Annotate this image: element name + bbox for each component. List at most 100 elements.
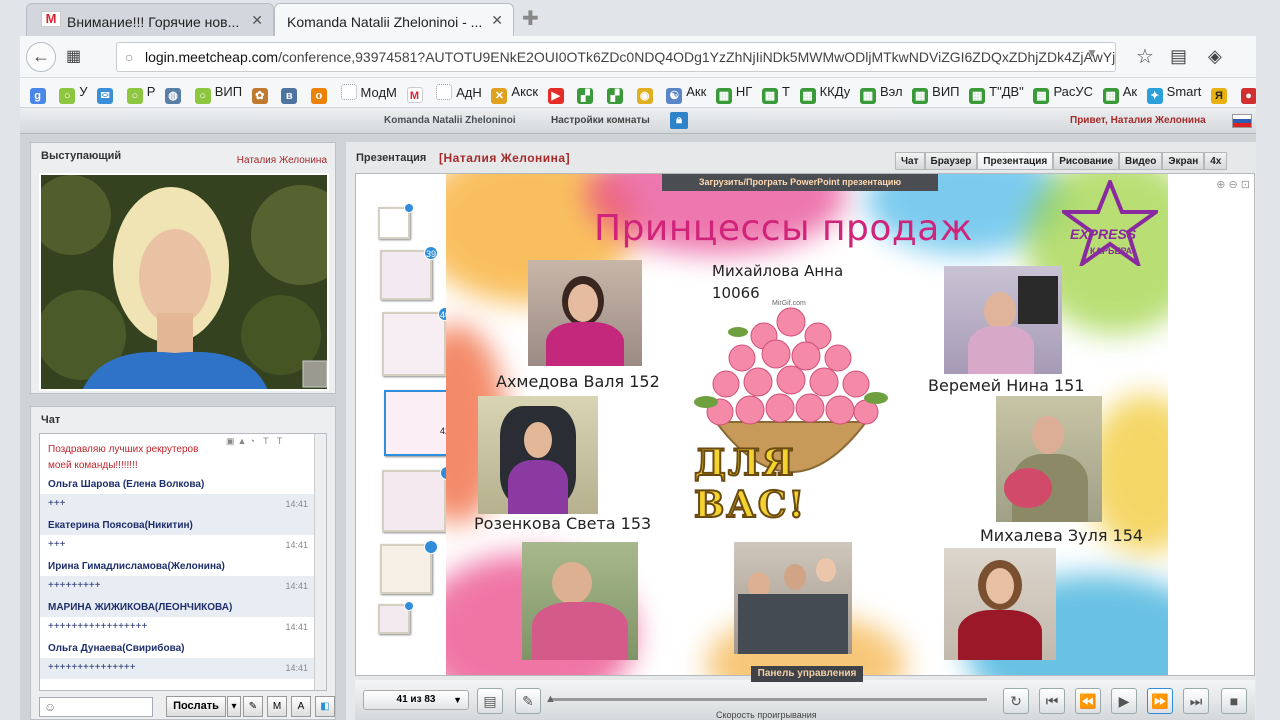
font-icon[interactable]: M [267,696,287,717]
room-settings-link[interactable]: Настройки комнаты [551,115,650,126]
rewind-icon[interactable]: ⏪ [1075,688,1101,714]
conference-app: Komanda Natalii Zheloninoi Настройки ком… [20,108,1256,720]
address-bar[interactable]: ○ login.meetcheap.com/conference,9397458… [116,42,1116,72]
slide-thumbnail[interactable]: 40 [382,307,452,376]
bookmark-11[interactable]: ▦ Вэл [859,84,903,104]
chat-input[interactable]: ☺ [39,697,153,717]
smiley-icon[interactable]: ☺ [44,700,56,714]
bookmark-1[interactable]: ○ У [59,84,88,104]
tab-screen[interactable]: Экран [1162,152,1205,170]
zoom-out-icon[interactable]: ⊖ [1229,179,1238,191]
bookmark-green2[interactable]: ▞ [607,84,627,104]
flower-bouquet-image: MirGif.com ДЛЯ ВАС! [676,292,906,527]
bookmark-badge[interactable]: Я [1210,84,1231,104]
sheet-icon: ▦ [859,88,876,104]
send-dropdown-icon[interactable]: ▾ [227,696,241,717]
close-icon[interactable]: ✕ [491,12,503,29]
bookmark-2[interactable]: ○ Р [126,84,155,104]
bookmark-14[interactable]: ▦ РасУС [1033,84,1093,104]
bookmark-green[interactable]: ▞ [577,84,597,104]
tab-strip: M Внимание!!! Горячие нов... ✕ Komanda N… [0,0,1280,36]
language-flag-icon[interactable] [1232,114,1252,128]
star-icon[interactable]: ☆ [1136,44,1154,69]
apps-icon[interactable]: ▦ [66,46,81,66]
thumbnails-toggle-icon[interactable]: ▤ [477,688,503,714]
bookmark-ok[interactable]: о [310,84,331,104]
lock-icon[interactable]: 🔒︎ [670,112,688,129]
pocket-icon[interactable]: ◈ [1208,46,1222,67]
bookmark-youtube[interactable]: ▶ [547,84,568,104]
bookmark-vk[interactable]: в [281,84,301,104]
gmail-icon: M [41,11,61,27]
page-info-icon: ○ [125,49,134,65]
bookmark-16[interactable]: ✦ Smart [1146,84,1201,104]
bookmark-chrome[interactable]: ◉ [636,84,657,104]
slide-thumbnail-current[interactable]: 4142 [384,386,462,456]
emoticon-icon[interactable]: ◧ [315,696,335,717]
slide-thumbnail[interactable] [380,540,438,594]
page-selector[interactable]: 41 из 83 ▼ [363,690,469,710]
extension-icon[interactable]: ▤ [1170,46,1187,67]
chart-icon: ▞ [577,88,594,104]
fast-forward-icon[interactable]: ⏩ [1147,688,1173,714]
back-button[interactable]: ← [26,42,56,72]
bookmark-5[interactable]: АдН [436,84,482,100]
face-shape [986,568,1014,604]
sheet-icon: ▦ [1102,88,1119,104]
youtube-icon: ▶ [547,88,564,104]
slider-handle-icon[interactable]: ▲ [545,693,556,705]
pen-tool-icon[interactable]: ✎ [515,688,541,714]
tab-gmail[interactable]: M Внимание!!! Горячие нов... ✕ [26,3,274,36]
tab-4x[interactable]: 4x [1204,152,1228,170]
bookmark-globe[interactable]: ◍ [165,84,185,104]
chat-message-text: Поздравляю лучших рекрутеров моей команд… [48,444,199,471]
bookmark-gmail[interactable]: M [406,84,427,103]
slide-thumbnail[interactable] [378,203,414,239]
control-panel-label[interactable]: Панель управления [751,666,863,682]
chat-scrollbar[interactable] [314,434,326,690]
dropdown-arrow-icon[interactable]: ▼ [1086,46,1098,60]
tab-browser[interactable]: Браузер [924,152,978,170]
bookmark-8[interactable]: ▦ НГ [715,84,752,104]
bookmark-10[interactable]: ▦ ККДу [799,84,850,104]
slide-thumbnail[interactable] [382,466,454,532]
text-size-icon[interactable]: A [291,696,311,717]
tab-video[interactable]: Видео [1119,152,1163,170]
slide-thumbnail[interactable]: 39 [380,246,438,300]
bookmark-9[interactable]: ▦ Т [761,84,790,104]
bookmark-13[interactable]: ▦ Т"ДВ" [969,84,1024,104]
bookmark-google[interactable]: g [29,84,50,104]
bookmark-paw[interactable]: ✿ [251,84,272,104]
bookmark-3[interactable]: ○ ВИП [194,84,242,104]
bookmark-12[interactable]: ▦ ВИП [912,84,960,104]
tab-conference[interactable]: Komanda Natalii Zheloninoi - ... ✕ [274,3,514,36]
slide-thumbnail[interactable] [378,601,414,634]
zoom-in-icon[interactable]: ⊕ [1216,179,1225,191]
dress-shape [532,602,628,660]
bookmark-mail[interactable]: ✉ [97,84,117,104]
close-icon[interactable]: ✕ [251,12,263,29]
sheet-icon: ▦ [1033,88,1050,104]
zoom-controls: ⊕ ⊖ ⊡ [1216,178,1250,191]
upload-powerpoint-bar[interactable]: Загрузить/Програть PowerPoint презентаци… [662,174,938,191]
play-icon[interactable]: ▶ [1111,688,1137,714]
pen-icon[interactable]: ✎ [243,696,263,717]
first-slide-icon[interactable]: ⏮ [1039,688,1065,714]
last-slide-icon[interactable]: ⏭ [1183,688,1209,714]
bookmark-4[interactable]: МодМ [340,84,397,100]
speaker-box [1018,276,1058,324]
tab-presentation[interactable]: Презентация [977,152,1054,170]
send-button[interactable]: Послать [166,696,226,717]
bookmark-6[interactable]: ✕ Акск [491,84,538,104]
tab-drawing[interactable]: Рисование [1053,152,1120,170]
refresh-icon[interactable]: ↻ [1003,688,1029,714]
speed-slider[interactable] [551,698,987,701]
fit-icon[interactable]: ⊡ [1241,179,1250,191]
bookmark-apple[interactable]: ● [1240,84,1256,104]
new-tab-button[interactable]: ✚ [522,6,539,31]
tab-chat[interactable]: Чат [895,152,925,170]
chat-tools-icon[interactable]: ▣▲◔ T T [226,436,285,447]
bookmark-15[interactable]: ▦ Ак [1102,84,1137,104]
stop-icon[interactable]: ■ [1221,688,1247,714]
bookmark-7[interactable]: ☯ Акк [666,84,706,104]
